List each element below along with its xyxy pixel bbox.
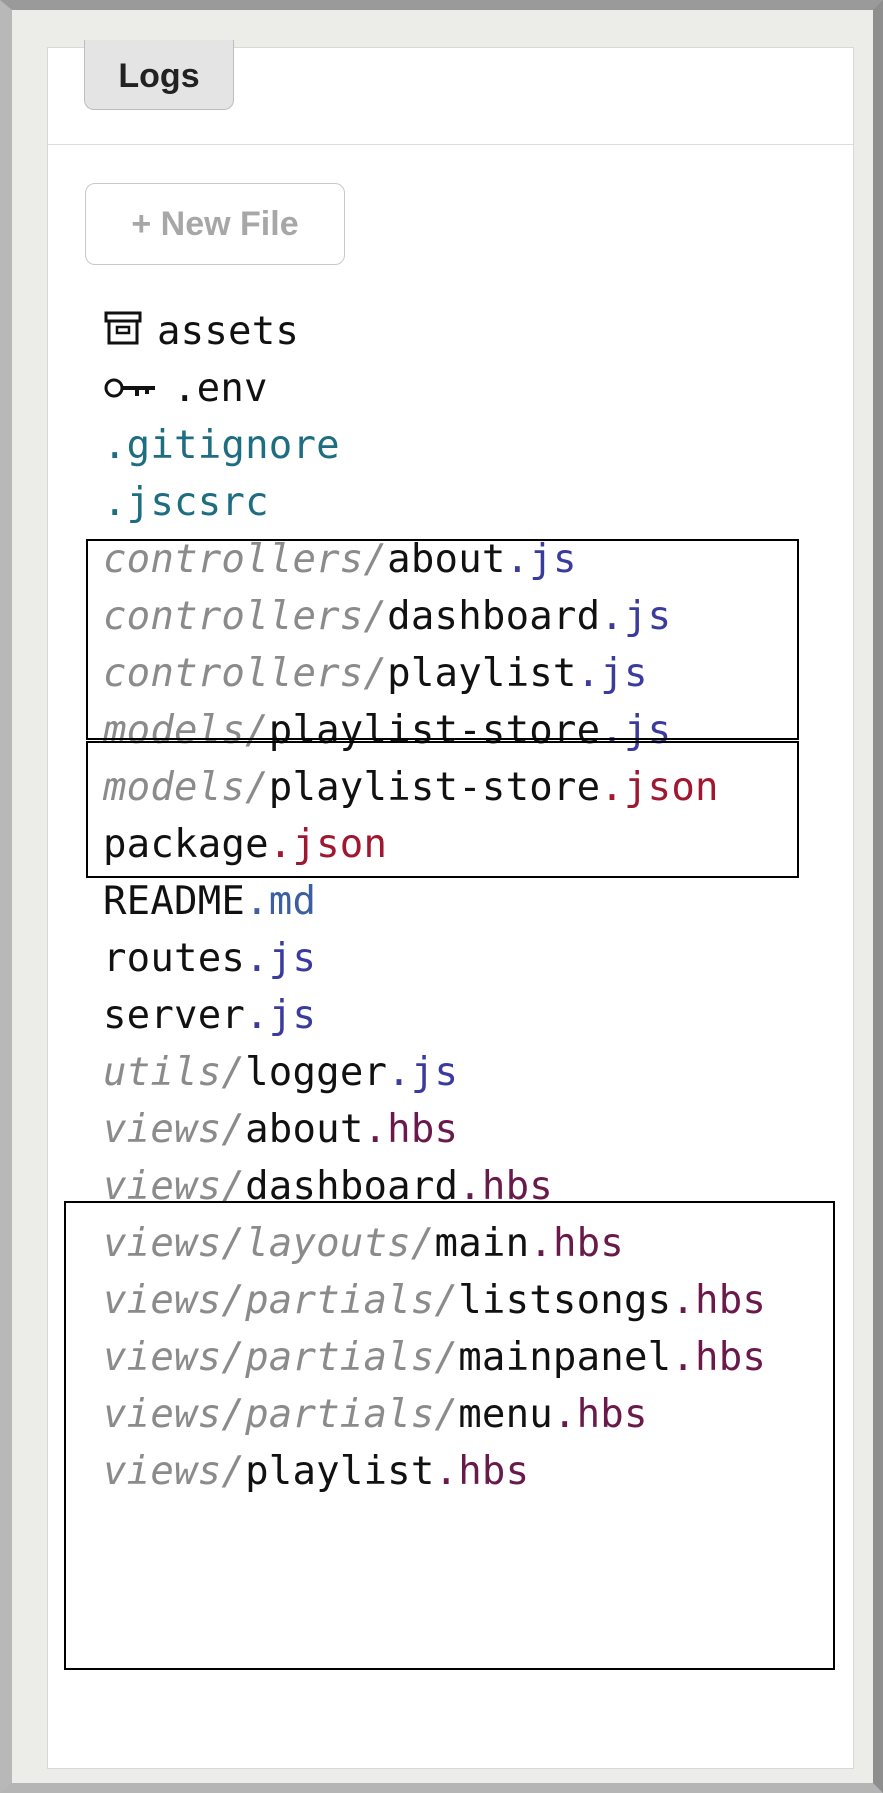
file-panel: Logs + New File assets .env .gitignore .…	[47, 40, 854, 1769]
tab-logs[interactable]: Logs	[84, 40, 234, 110]
file-item-readme[interactable]: README.md	[103, 874, 316, 930]
file-item-package-json[interactable]: package.json	[103, 817, 387, 873]
file-item-views-partials-mainpanel[interactable]: views/partials/mainpanel.hbs	[103, 1330, 766, 1386]
file-item-env[interactable]: .env	[103, 361, 268, 417]
new-file-button[interactable]: + New File	[85, 183, 345, 265]
file-item-views-dashboard[interactable]: views/dashboard.hbs	[103, 1159, 553, 1215]
file-item-models-playlist-store-json[interactable]: models/playlist-store.json	[103, 760, 719, 816]
file-item-controllers-dashboard[interactable]: controllers/dashboard.js	[103, 589, 671, 645]
file-item-views-partials-menu[interactable]: views/partials/menu.hbs	[103, 1387, 648, 1443]
file-item-controllers-playlist[interactable]: controllers/playlist.js	[103, 646, 648, 702]
divider	[48, 144, 853, 145]
file-item-gitignore[interactable]: .gitignore	[103, 418, 340, 474]
file-item-routes[interactable]: routes.js	[103, 931, 316, 987]
file-item-assets[interactable]: assets	[103, 304, 299, 360]
file-item-controllers-about[interactable]: controllers/about.js	[103, 532, 577, 588]
file-item-views-about[interactable]: views/about.hbs	[103, 1102, 458, 1158]
file-item-models-playlist-store-js[interactable]: models/playlist-store.js	[103, 703, 671, 759]
file-item-views-layouts-main[interactable]: views/layouts/main.hbs	[103, 1216, 624, 1272]
file-item-utils-logger[interactable]: utils/logger.js	[103, 1045, 458, 1101]
key-icon	[103, 363, 159, 419]
file-item-server[interactable]: server.js	[103, 988, 316, 1044]
file-item-views-playlist[interactable]: views/playlist.hbs	[103, 1444, 529, 1500]
file-item-views-partials-listsongs[interactable]: views/partials/listsongs.hbs	[103, 1273, 766, 1329]
folder-icon	[103, 306, 143, 362]
file-item-jscsrc[interactable]: .jscsrc	[103, 475, 269, 531]
